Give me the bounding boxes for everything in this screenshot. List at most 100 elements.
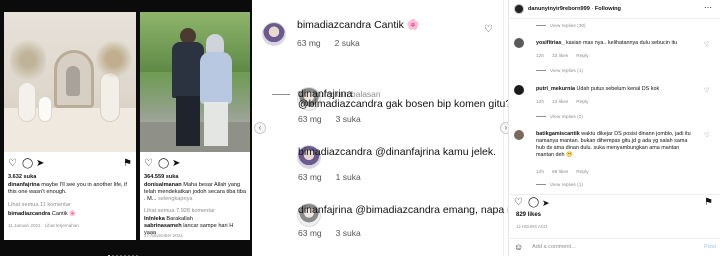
comment-body: bimadiazcandra Cantik 🌸	[297, 19, 420, 32]
comment-text: Cantik 🌸	[51, 211, 77, 217]
like-count[interactable]: 829 likes	[516, 212, 541, 219]
post-date: 11 Januari 2021	[8, 223, 41, 228]
comment-username[interactable]: sabrinasameh	[144, 223, 182, 229]
avatar[interactable]	[514, 4, 524, 14]
divider-line	[272, 94, 290, 95]
comment-meta: 63 mg 1 suka	[298, 172, 375, 183]
header-username[interactable]: danunyinyir9reborn999	[528, 6, 590, 12]
post-photo-b[interactable]	[140, 12, 250, 152]
man-pants	[176, 96, 200, 146]
post-card-a[interactable]: ♡ ◯ ➤ ⚑ 3.632 suka dinanfajrina maybe I'…	[4, 12, 136, 240]
view-all-comments[interactable]: Lihat semua 7.928 komentar	[144, 208, 246, 215]
reply-link[interactable]: Reply	[576, 100, 588, 105]
vase	[38, 96, 52, 122]
comment-likes[interactable]: 1 suka	[336, 172, 361, 182]
comment-likes[interactable]: 2 suka	[335, 38, 360, 48]
post-caption: donisalmanan Maha besar Allah yang telah…	[144, 182, 246, 203]
add-comment-input[interactable]: Add a comment...	[532, 244, 576, 251]
translate-link[interactable]: Lihat terjemahan	[45, 223, 79, 228]
bookmark-icon[interactable]: ⚑	[704, 198, 713, 208]
heart-icon[interactable]: ♡	[514, 198, 523, 208]
comment-time: 63 mg	[298, 228, 322, 238]
post-photo-a[interactable]	[4, 12, 136, 152]
view-replies-link[interactable]: View replies (30)	[536, 24, 586, 30]
comment-username[interactable]: dinanfajrina	[298, 204, 352, 216]
post-caption: dinanfajrina maybe I'll see you in anoth…	[8, 182, 132, 196]
comment-username[interactable]: putri_mekurnia	[536, 86, 575, 92]
post-actions-b: ♡ ◯ ➤	[144, 158, 246, 170]
comment-username[interactable]: lnlnleka	[144, 216, 165, 222]
divider	[508, 194, 720, 195]
comment-icon[interactable]: ◯	[528, 198, 539, 208]
comment-username[interactable]: bimadiazcandra	[297, 19, 371, 31]
comment-preview: bimadiazcandra Cantik 🌸	[8, 211, 132, 218]
woman-pants	[204, 102, 228, 146]
comment-preview: lnlnleka Barakallah	[144, 216, 246, 223]
view-replies-link[interactable]: View replies (1)	[536, 183, 583, 189]
post-button[interactable]: Post	[704, 244, 716, 251]
more-link[interactable]: selengkapnya	[158, 196, 193, 202]
reply-link[interactable]: Reply	[576, 54, 588, 59]
comment-time: 63 mg	[297, 38, 321, 48]
like-count: 3.632 suka	[8, 174, 37, 180]
share-icon[interactable]: ➤	[172, 158, 180, 170]
post-header: danunyinyir9reborn999 · Following	[528, 6, 621, 12]
view-replies-link[interactable]: View replies (1)	[536, 69, 583, 75]
comment-text: Cantik 🌸	[374, 19, 420, 31]
comment-body: bimadiazcandra @dinanfajrina kamu jelek.	[298, 146, 496, 159]
comment-likes[interactable]: 3 suka	[336, 228, 361, 238]
like-heart-icon[interactable]: ♡	[704, 41, 709, 48]
comment-username[interactable]: bimadiazcandra	[8, 211, 50, 217]
like-heart-icon[interactable]: ♡	[704, 87, 709, 94]
caption-username[interactable]: donisalmanan	[144, 182, 182, 188]
heart-icon[interactable]: ♡	[8, 158, 17, 170]
post-actions-a: ♡ ◯ ➤ ⚑	[8, 158, 132, 170]
avatar[interactable]	[262, 22, 286, 46]
comment-body: putri_mekurnia Udah putus sebelum kenal …	[536, 86, 696, 93]
comment-meta: 12h 10 likes Reply	[536, 100, 589, 105]
caption-username[interactable]: dinanfajrina	[8, 182, 40, 188]
view-replies-link[interactable]: View replies (2)	[536, 115, 583, 121]
divider	[508, 238, 720, 239]
avatar[interactable]	[514, 130, 524, 140]
dried-flowers	[10, 30, 46, 90]
share-icon[interactable]: ➤	[542, 198, 550, 208]
reply-link[interactable]: Reply	[576, 170, 588, 175]
like-count: 364.559 suka	[144, 174, 179, 180]
bookmark-icon[interactable]: ⚑	[123, 158, 132, 170]
comment-time: 63 mg	[298, 172, 322, 182]
like-heart-icon[interactable]: ♡	[704, 132, 709, 139]
avatar[interactable]	[514, 85, 524, 95]
more-options-icon[interactable]: ⋯	[704, 3, 712, 13]
comment-text: @dinanfajrina kamu jelek.	[375, 146, 497, 158]
comment-meta: 63 mg 3 suka	[298, 228, 375, 239]
comment-username[interactable]: bimadiazcandra	[298, 146, 372, 158]
comment-body: dinanfajrina @bimadiazcandra emang, napa…	[298, 204, 541, 217]
comment-meta: 63 mg 2 suka	[297, 38, 374, 49]
person-reflection	[66, 66, 80, 96]
emoji-icon[interactable]: ☺	[514, 242, 523, 252]
comment-icon[interactable]: ◯	[22, 158, 33, 170]
comment-body: yosifitrias_ kasian mas nya.. kelihatann…	[536, 40, 696, 47]
carousel-panel: ♡ ◯ ➤ ⚑ 3.632 suka dinanfajrina maybe I'…	[0, 0, 252, 256]
heart-icon[interactable]: ♡	[144, 158, 153, 170]
avatar[interactable]	[514, 38, 524, 48]
comment-text: kasian mas nya.. kelihatannya dulu sebuc…	[565, 40, 678, 46]
post-date: 17 November 2021	[144, 233, 184, 238]
prev-arrow-icon[interactable]: ‹	[254, 122, 266, 134]
comment-text: Barakallah	[166, 216, 193, 222]
view-all-comments[interactable]: Lihat semua 11 komentar	[8, 202, 132, 209]
following-button[interactable]: Following	[595, 6, 621, 12]
like-heart-icon[interactable]: ♡	[484, 24, 493, 35]
carousel-dots[interactable]	[108, 244, 148, 256]
comment-username[interactable]: yosifitrias_	[536, 40, 564, 46]
post-card-b[interactable]: ♡ ◯ ➤ 364.559 suka donisalmanan Maha bes…	[140, 12, 250, 240]
share-icon[interactable]: ➤	[36, 158, 44, 170]
comment-username[interactable]: batikgamiscantik	[536, 131, 580, 137]
comment-text: @bimadiazcandra gak bosen bip komen gitu…	[298, 98, 525, 110]
comment-icon[interactable]: ◯	[158, 158, 169, 170]
comment-meta: 12h 33 likes Reply	[536, 54, 589, 59]
comment-likes[interactable]: 3 suka	[336, 114, 361, 124]
comment-text: Udah putus sebelum kenal DS kok	[576, 86, 660, 92]
comment-meta: 12h 69 likes Reply	[536, 170, 589, 175]
